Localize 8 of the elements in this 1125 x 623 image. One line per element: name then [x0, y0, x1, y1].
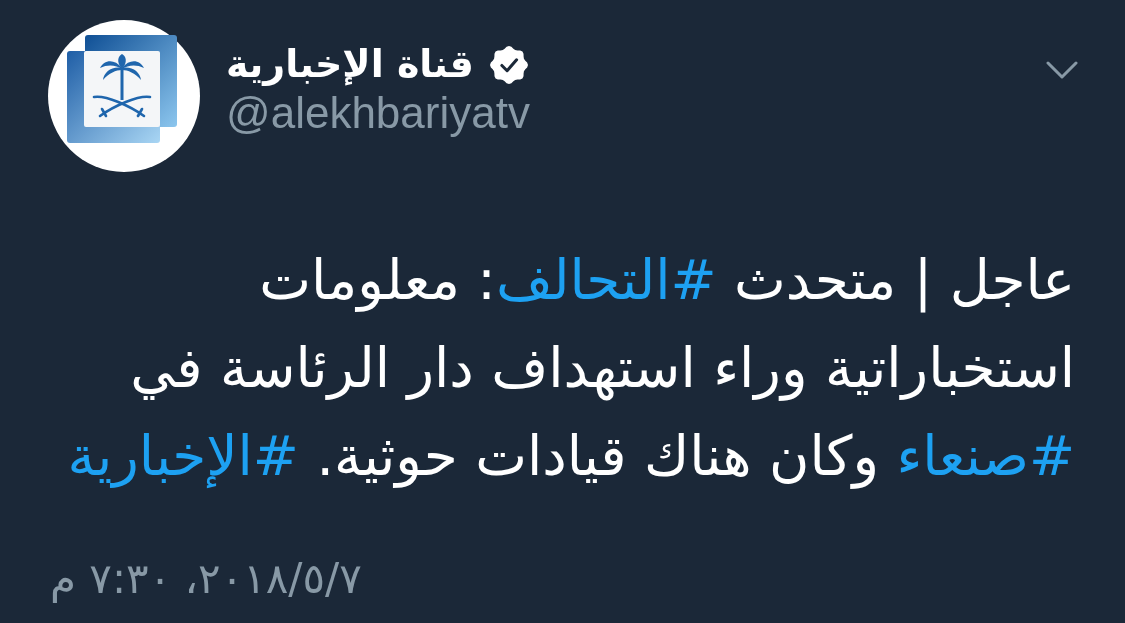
account-handle[interactable]: @alekhbariyatv	[226, 87, 530, 139]
hashtag-link[interactable]: #صنعاء	[896, 424, 1075, 488]
tweet-timestamp: ٢٠١٨/٥/٧، ٧:٣٠ م	[50, 553, 363, 605]
chevron-down-icon[interactable]	[1046, 61, 1078, 79]
hashtag-link[interactable]: #التحالف	[495, 248, 717, 312]
account-name[interactable]: قناة الإخبارية	[226, 42, 474, 88]
tweet-text: عاجل | متحدث #التحالف: معلومات استخباراتية وراء استهداف دار الرئاسة في #صنعاء وكان هناك قيادات حوثية. #الإخبارية	[66, 247, 1075, 491]
hashtag-link[interactable]: #الإخبارية	[67, 424, 299, 488]
